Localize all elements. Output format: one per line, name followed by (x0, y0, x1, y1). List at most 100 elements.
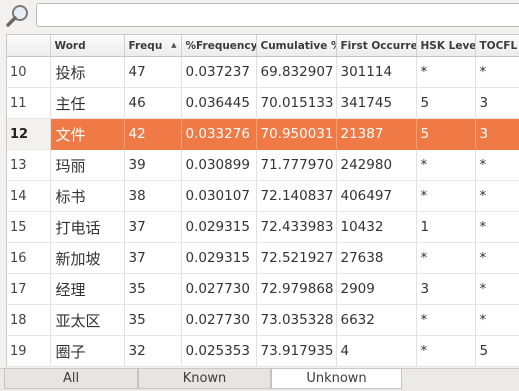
tab-all[interactable]: All (4, 369, 138, 389)
cell-first-occurrence: 21387 (336, 118, 417, 150)
table-row[interactable]: 12 文件 42 0.033276 70.950031 21387 5 3 (7, 118, 519, 150)
cell-hsk-level: * (416, 180, 476, 212)
cell-word: 亚太区 (50, 304, 125, 336)
table-row[interactable]: 10 投标 47 0.037237 69.832907 301114 * * (7, 56, 519, 88)
cell-cumulative: 70.015133 (256, 87, 337, 119)
cell-tocfl-level: * (475, 149, 519, 181)
cell-hsk-level: * (416, 366, 476, 367)
table-row[interactable]: 13 玛丽 39 0.030899 71.777970 242980 * * (7, 149, 519, 181)
cell-percent-frequency: 0.029315 (181, 242, 257, 274)
cell-frequency: 37 (124, 242, 182, 274)
cell-first-occurrence: 10432 (336, 211, 417, 243)
row-number: 20 (7, 366, 51, 367)
column-header-frequency[interactable]: Frequ ▲ (124, 35, 182, 57)
cell-cumulative: 73.943000 (256, 366, 337, 367)
cell-percent-frequency: 0.025353 (181, 366, 257, 367)
row-number: 14 (7, 180, 51, 212)
cell-frequency: 35 (124, 304, 182, 336)
search-icon[interactable] (4, 3, 32, 29)
table-row[interactable]: 17 经理 35 0.027730 72.979868 2909 3 * (7, 273, 519, 305)
cell-hsk-level: 3 (416, 273, 476, 305)
cell-tocfl-level: * (475, 366, 519, 367)
table-row[interactable]: 19 圈子 32 0.025353 73.917935 4 * 5 (7, 335, 519, 367)
cell-word: 服务器 (50, 366, 125, 367)
cell-cumulative: 71.777970 (256, 149, 337, 181)
cell-first-occurrence: 301114 (336, 56, 417, 88)
tab-bar: All Known Unknown (0, 368, 519, 391)
cell-frequency: 47 (124, 56, 182, 88)
cell-cumulative: 72.521927 (256, 242, 337, 274)
cell-first-occurrence: 4 (336, 335, 417, 367)
cell-cumulative: 70.950031 (256, 118, 337, 150)
cell-percent-frequency: 0.027730 (181, 273, 257, 305)
tab-known[interactable]: Known (138, 369, 271, 389)
cell-hsk-level: * (416, 304, 476, 336)
cell-hsk-level: 5 (416, 118, 476, 150)
column-header-percent-frequency[interactable]: %Frequency (181, 35, 257, 57)
cell-frequency: 32 (124, 335, 182, 367)
cell-tocfl-level: * (475, 180, 519, 212)
table-row[interactable]: 20服务器320.02535373.9430003578** (7, 366, 519, 367)
cell-cumulative: 72.979868 (256, 273, 337, 305)
cell-first-occurrence: 3578 (336, 366, 417, 367)
cell-word: 玛丽 (50, 149, 125, 181)
row-number: 11 (7, 87, 51, 119)
cell-frequency: 32 (124, 366, 182, 367)
cell-first-occurrence: 27638 (336, 242, 417, 274)
cell-percent-frequency: 0.029315 (181, 211, 257, 243)
cell-word: 主任 (50, 87, 125, 119)
row-number: 10 (7, 56, 51, 88)
search-input[interactable] (36, 3, 519, 27)
cell-percent-frequency: 0.027730 (181, 304, 257, 336)
cell-word: 投标 (50, 56, 125, 88)
tab-unknown[interactable]: Unknown (271, 369, 402, 389)
table-header-row: Word Frequ ▲ %Frequency Cumulative % Firs… (7, 35, 519, 57)
cell-frequency: 39 (124, 149, 182, 181)
cell-percent-frequency: 0.030899 (181, 149, 257, 181)
cell-word: 文件 (50, 118, 125, 150)
cell-word: 圈子 (50, 335, 125, 367)
column-header-hsk-level[interactable]: HSK Level (416, 35, 476, 57)
cell-frequency: 42 (124, 118, 182, 150)
column-header-tocfl-level[interactable]: TOCFL l (475, 35, 519, 57)
cell-frequency: 35 (124, 273, 182, 305)
column-header-cumulative[interactable]: Cumulative % (256, 35, 337, 57)
cell-first-occurrence: 406497 (336, 180, 417, 212)
sort-ascending-icon: ▲ (171, 41, 177, 49)
cell-percent-frequency: 0.030107 (181, 180, 257, 212)
table-row[interactable]: 16 新加坡 37 0.029315 72.521927 27638 * * (7, 242, 519, 274)
cell-cumulative: 69.832907 (256, 56, 337, 88)
cell-cumulative: 73.917935 (256, 335, 337, 367)
row-number: 17 (7, 273, 51, 305)
column-header-first-occurrence[interactable]: First Occurrer (336, 35, 417, 57)
row-number-header (7, 35, 51, 57)
row-number: 19 (7, 335, 51, 367)
column-header-frequency-label: Frequ (128, 39, 163, 52)
cell-word: 标书 (50, 180, 125, 212)
row-number: 18 (7, 304, 51, 336)
cell-first-occurrence: 242980 (336, 149, 417, 181)
cell-word: 打电话 (50, 211, 125, 243)
cell-hsk-level: * (416, 242, 476, 274)
cell-tocfl-level: * (475, 211, 519, 243)
row-number: 13 (7, 149, 51, 181)
cell-tocfl-level: * (475, 242, 519, 274)
cell-cumulative: 72.433983 (256, 211, 337, 243)
cell-word: 经理 (50, 273, 125, 305)
row-number: 15 (7, 211, 51, 243)
table-row[interactable]: 15 打电话 37 0.029315 72.433983 10432 1 * (7, 211, 519, 243)
table-row[interactable]: 18 亚太区 35 0.027730 73.035328 6632 * * (7, 304, 519, 336)
cell-hsk-level: 1 (416, 211, 476, 243)
cell-frequency: 37 (124, 211, 182, 243)
cell-first-occurrence: 2909 (336, 273, 417, 305)
cell-percent-frequency: 0.037237 (181, 56, 257, 88)
cell-tocfl-level: 5 (475, 335, 519, 367)
column-header-word[interactable]: Word (50, 35, 125, 57)
cell-percent-frequency: 0.025353 (181, 335, 257, 367)
cell-hsk-level: * (416, 335, 476, 367)
table-row[interactable]: 11 主任 46 0.036445 70.015133 341745 5 3 (7, 87, 519, 119)
cell-frequency: 38 (124, 180, 182, 212)
search-bar (0, 0, 519, 32)
row-number: 16 (7, 242, 51, 274)
table-row[interactable]: 14 标书 38 0.030107 72.140837 406497 * * (7, 180, 519, 212)
